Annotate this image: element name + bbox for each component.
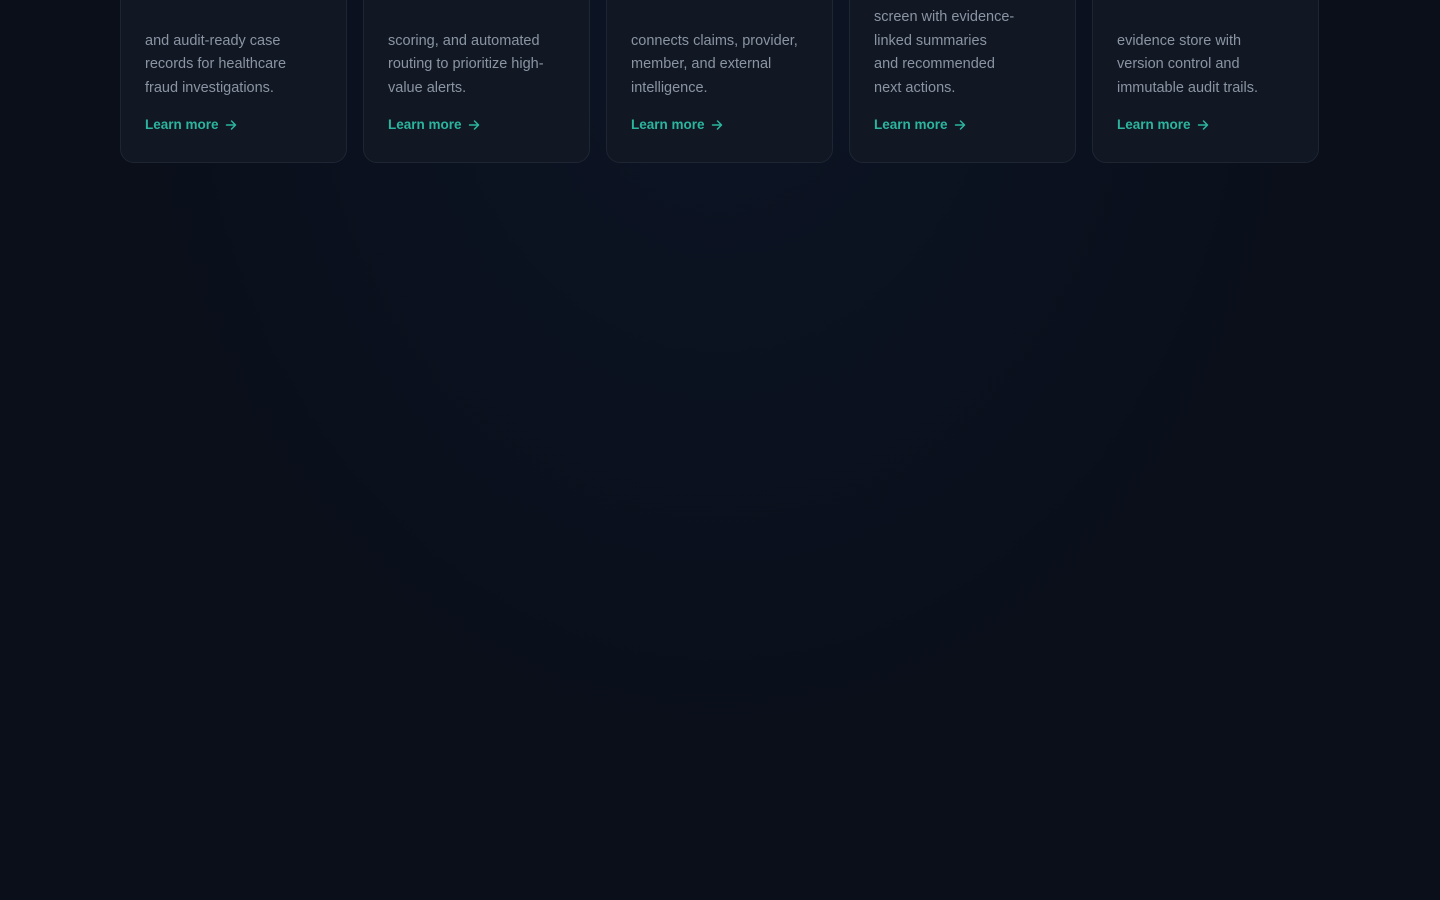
desc-line: connects claims, provider,	[631, 32, 798, 49]
desc-line: version control and	[1117, 56, 1240, 72]
arrow-right-icon	[225, 119, 236, 130]
learn-more-label: Learn more	[145, 117, 219, 132]
feature-card-4: screen with evidence- linked summaries a…	[849, 0, 1076, 163]
desc-line: next actions.	[874, 79, 956, 96]
arrow-right-icon	[954, 119, 965, 130]
arrow-right-icon	[711, 119, 722, 130]
feature-card-description: evidence store with version control and …	[1117, 30, 1298, 101]
feature-card-3: connects claims, provider, member, and e…	[606, 0, 833, 163]
feature-card-5: evidence store with version control and …	[1092, 0, 1319, 163]
learn-more-link[interactable]: Learn more	[874, 117, 966, 132]
learn-more-label: Learn more	[388, 117, 462, 132]
learn-more-link[interactable]: Learn more	[145, 117, 237, 132]
desc-line: screen with evidence-	[874, 9, 1015, 25]
desc-line: value alerts.	[388, 79, 467, 96]
learn-more-label: Learn more	[874, 117, 948, 132]
arrow-right-icon	[468, 119, 479, 130]
feature-card-description: scoring, and automated routing to priori…	[388, 30, 569, 101]
desc-line: scoring, and automated	[388, 32, 540, 49]
desc-line: immutable audit trails.	[1117, 79, 1259, 96]
page: and audit-ready case records for healthc…	[0, 0, 1440, 900]
desc-line: and audit-ready case	[145, 32, 281, 49]
feature-card-description: screen with evidence- linked summaries a…	[874, 6, 1055, 100]
desc-line: linked summaries	[874, 32, 987, 49]
arrow-right-icon	[1197, 119, 1208, 130]
feature-card-description: and audit-ready case records for healthc…	[145, 30, 326, 101]
feature-card-description: connects claims, provider, member, and e…	[631, 30, 812, 101]
desc-line: fraud investigations.	[145, 79, 274, 96]
desc-line: routing to prioritize high-	[388, 56, 544, 72]
feature-card-1: and audit-ready case records for healthc…	[120, 0, 347, 163]
desc-line: member, and external	[631, 56, 772, 72]
learn-more-label: Learn more	[1117, 117, 1191, 132]
desc-line: and recommended	[874, 56, 995, 72]
learn-more-link[interactable]: Learn more	[1117, 117, 1209, 132]
feature-card-2: scoring, and automated routing to priori…	[363, 0, 590, 163]
learn-more-link[interactable]: Learn more	[631, 117, 723, 132]
desc-line: records for healthcare	[145, 56, 287, 72]
learn-more-label: Learn more	[631, 117, 705, 132]
desc-line: intelligence.	[631, 79, 708, 96]
feature-cards-row: and audit-ready case records for healthc…	[120, 0, 1319, 163]
desc-line: evidence store with	[1117, 32, 1242, 49]
learn-more-link[interactable]: Learn more	[388, 117, 480, 132]
